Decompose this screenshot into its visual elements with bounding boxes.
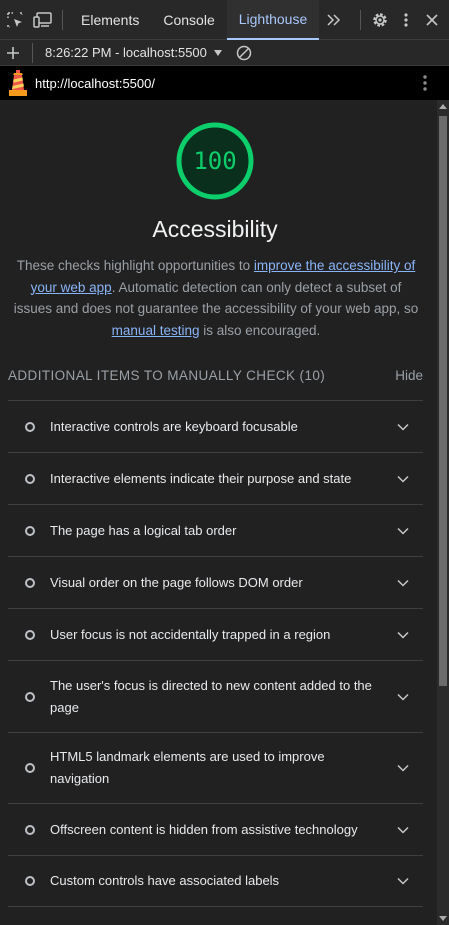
audit-title: The user's focus is directed to new cont…	[50, 677, 372, 715]
tab-console[interactable]: Console	[151, 0, 226, 40]
manual-check-group-header: ADDITIONAL ITEMS TO MANUALLY CHECK (10) …	[8, 365, 423, 385]
close-icon[interactable]	[419, 0, 445, 40]
audit-title: HTML5 landmark elements are used to impr…	[50, 749, 325, 786]
audit-title: Custom controls have associated labels	[50, 873, 280, 888]
hide-group-button[interactable]: Hide	[395, 368, 423, 383]
audit-item[interactable]: User focus is not accidentally trapped i…	[8, 608, 423, 660]
chevron-down-icon	[397, 693, 409, 701]
audit-item[interactable]: HTML5 landmark elements are used to impr…	[8, 732, 423, 803]
manual-check-icon	[25, 473, 35, 484]
chevron-down-icon	[397, 475, 409, 483]
chevron-down-icon	[397, 877, 409, 885]
audit-item[interactable]: Interactive elements indicate their purp…	[8, 452, 423, 504]
manual-check-icon	[25, 525, 35, 536]
chevron-down-icon	[397, 826, 409, 834]
lighthouse-toolbar: 8:26:22 PM - localhost:5500	[0, 40, 449, 66]
report-menu-kebab-icon[interactable]	[413, 74, 437, 92]
report-header: http://localhost:5500/	[0, 66, 449, 100]
report-content: 100 Accessibility These checks highlight…	[0, 100, 437, 925]
scroll-thumb[interactable]	[439, 116, 447, 686]
group-title: ADDITIONAL ITEMS TO MANUALLY CHECK (10)	[8, 367, 326, 383]
audit-title: User focus is not accidentally trapped i…	[50, 626, 331, 642]
manual-check-icon	[25, 577, 35, 588]
lighthouse-logo-icon	[9, 70, 27, 96]
audit-item[interactable]: Custom controls have associated labels	[8, 855, 423, 907]
new-report-plus-icon[interactable]	[0, 40, 26, 66]
scroll-up-arrow-icon[interactable]	[439, 104, 447, 109]
audit-item[interactable]: The user's focus is directed to new cont…	[8, 660, 423, 732]
tab-elements[interactable]: Elements	[69, 0, 151, 40]
manual-testing-link[interactable]: manual testing	[112, 323, 200, 338]
toolbar-divider	[360, 9, 361, 30]
kebab-menu-icon[interactable]	[393, 0, 419, 40]
settings-gear-icon[interactable]	[367, 0, 393, 40]
category-description: These checks highlight opportunities to …	[10, 255, 422, 341]
dropdown-caret-icon	[213, 49, 222, 56]
scroll-down-arrow-icon[interactable]	[439, 916, 447, 921]
audit-title: Offscreen content is hidden from assisti…	[50, 821, 358, 837]
manual-check-icon	[25, 763, 35, 773]
report-select-label: 8:26:22 PM - localhost:5500	[45, 45, 207, 60]
audit-item[interactable]: The page has a logical tab order	[8, 504, 423, 556]
audit-item[interactable]: Visual order on the page follows DOM ord…	[8, 556, 423, 608]
device-toolbar-icon[interactable]	[30, 0, 56, 40]
audit-title: Visual order on the page follows DOM ord…	[50, 574, 303, 590]
chevron-down-icon	[397, 631, 409, 639]
description-text: is also encouraged.	[199, 322, 321, 338]
chevron-down-icon	[397, 764, 409, 772]
manual-check-icon	[25, 876, 35, 886]
description-text: These checks highlight opportunities to	[16, 258, 254, 273]
audit-title: Interactive elements indicate their purp…	[50, 470, 352, 486]
tab-lighthouse[interactable]: Lighthouse	[226, 0, 320, 40]
manual-check-icon	[25, 824, 35, 835]
audit-item[interactable]: Interactive controls are keyboard focusa…	[8, 400, 423, 452]
devtools-tabbar: Elements Console Lighthouse	[0, 0, 449, 40]
chevron-down-icon	[397, 527, 409, 535]
toolbar-divider	[62, 9, 63, 30]
audit-title: Interactive controls are keyboard focusa…	[50, 418, 298, 434]
toolbar-divider	[32, 42, 33, 63]
inspect-element-icon[interactable]	[2, 0, 28, 40]
audit-title: The page has a logical tab order	[50, 522, 237, 538]
clear-all-icon[interactable]	[231, 40, 257, 66]
report-select-dropdown[interactable]: 8:26:22 PM - localhost:5500	[45, 45, 223, 60]
audit-item[interactable]: Offscreen content is hidden from assisti…	[8, 803, 423, 855]
score-value: 100	[193, 147, 237, 175]
manual-check-icon	[25, 629, 35, 640]
manual-check-icon	[25, 691, 35, 702]
report-url[interactable]: http://localhost:5500/	[35, 76, 155, 91]
chevron-down-icon	[397, 579, 409, 587]
audit-list: Interactive controls are keyboard focusa…	[8, 400, 423, 907]
vertical-scrollbar[interactable]	[437, 100, 449, 925]
manual-check-icon	[25, 421, 35, 432]
more-tabs-icon[interactable]	[321, 0, 347, 40]
chevron-down-icon	[397, 423, 409, 431]
category-title: Accessibility	[152, 216, 278, 242]
